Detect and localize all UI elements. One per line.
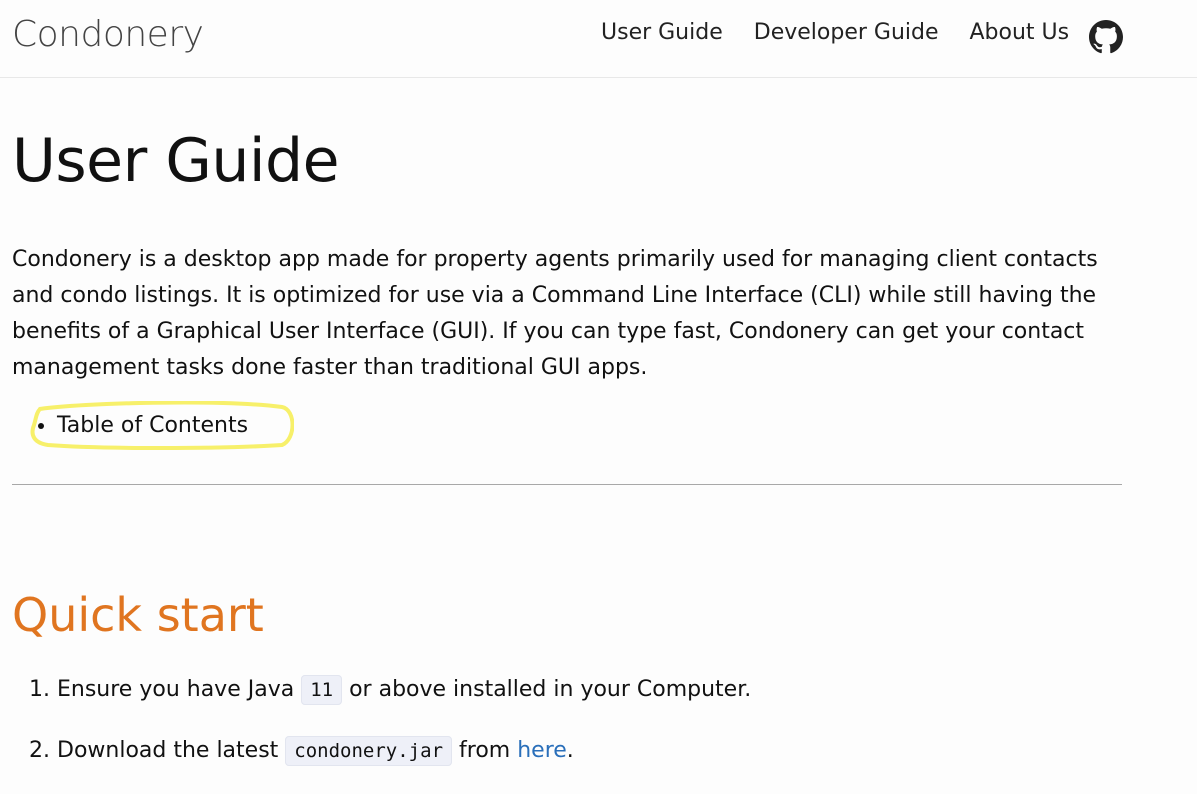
section-divider	[12, 484, 1122, 485]
step-2-text-middle: from	[459, 738, 511, 763]
step-item-1: Ensure you have Java 11 or above install…	[57, 672, 751, 708]
table-of-contents-list: Table of Contents	[12, 408, 248, 444]
nav-links: User Guide Developer Guide About Us	[601, 20, 1100, 45]
brand-logo-link[interactable]: Condonery	[12, 14, 204, 55]
page-title: User Guide	[12, 126, 340, 196]
step-2-text-after: .	[566, 738, 574, 763]
step-1-text-after: or above installed in your Computer.	[349, 677, 752, 702]
step-1-text-before: Ensure you have Java	[57, 677, 295, 702]
toc-item-label[interactable]: Table of Contents	[57, 413, 248, 438]
toc-item[interactable]: Table of Contents	[57, 408, 248, 444]
step-1-code: 11	[301, 675, 343, 705]
github-icon[interactable]	[1089, 20, 1123, 54]
quick-start-steps: Ensure you have Java 11 or above install…	[12, 672, 751, 794]
github-icon-graphic	[1089, 20, 1123, 54]
top-navbar: Condonery User Guide Developer Guide Abo…	[0, 0, 1197, 78]
nav-about-us[interactable]: About Us	[970, 20, 1070, 45]
nav-user-guide[interactable]: User Guide	[601, 20, 723, 45]
intro-paragraph: Condonery is a desktop app made for prop…	[12, 247, 1098, 380]
download-here-link[interactable]: here	[517, 738, 567, 763]
quick-start-heading: Quick start	[12, 588, 264, 642]
nav-developer-guide[interactable]: Developer Guide	[754, 20, 939, 45]
step-2-text-before: Download the latest	[57, 738, 279, 763]
step-2-code: condonery.jar	[285, 736, 453, 766]
step-item-2: Download the latest condonery.jar from h…	[57, 733, 751, 769]
